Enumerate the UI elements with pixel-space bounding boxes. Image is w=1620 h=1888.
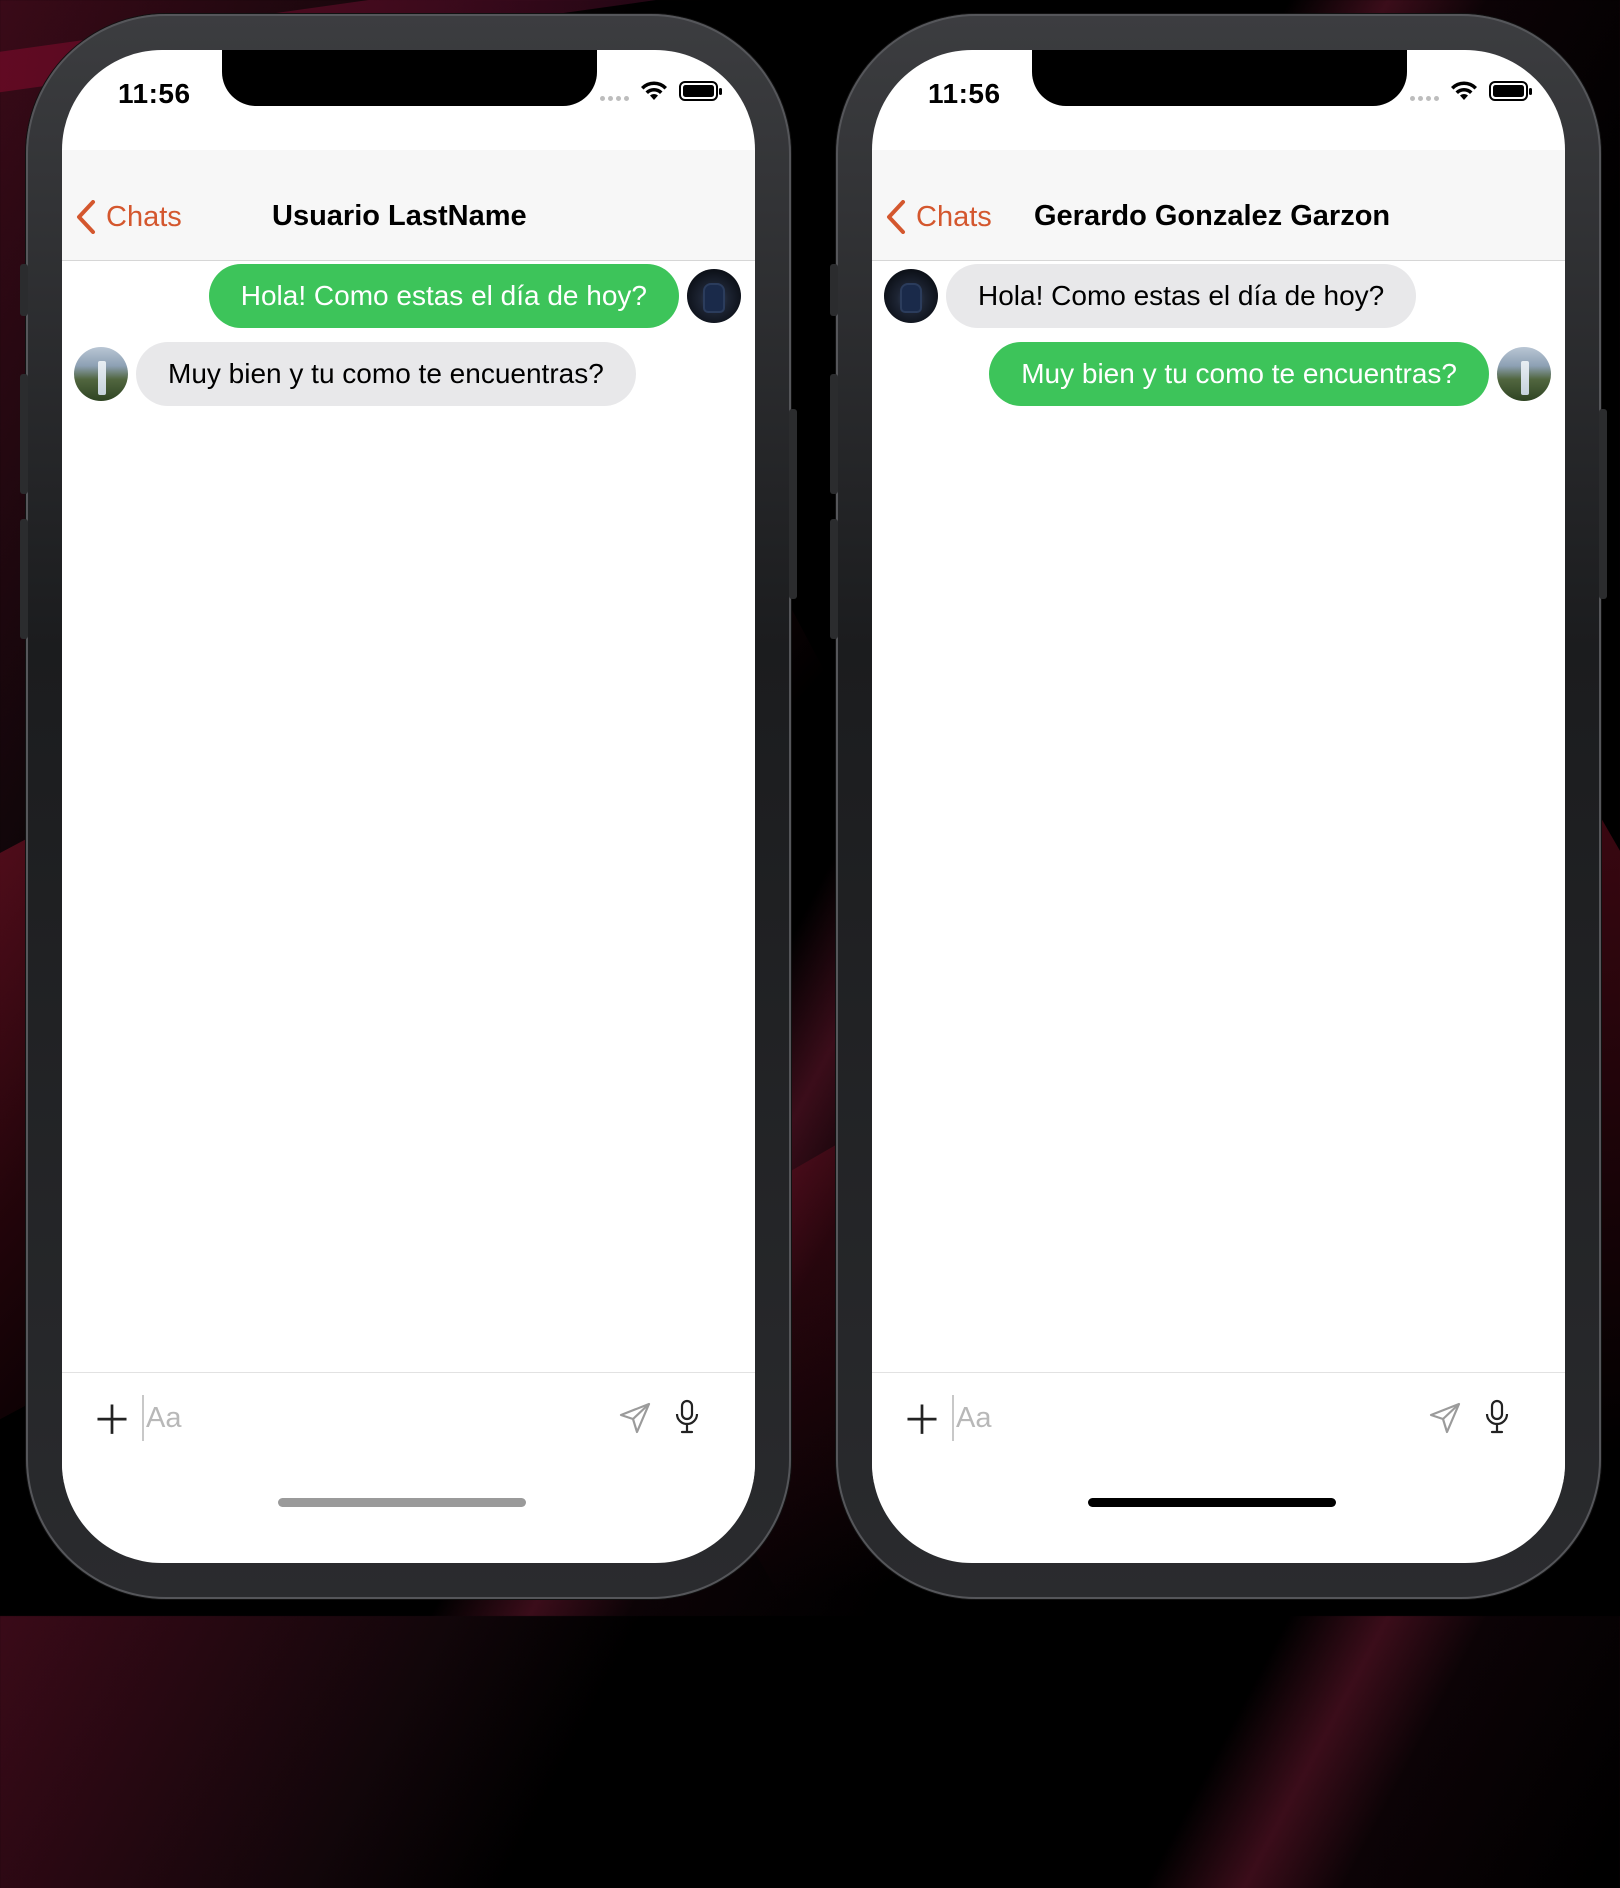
send-icon[interactable]	[618, 1401, 652, 1435]
back-button[interactable]: Chats	[76, 200, 182, 234]
message-composer: ＋	[62, 1372, 755, 1483]
night-portrait-avatar[interactable]	[884, 269, 938, 323]
home-indicator[interactable]	[1088, 1498, 1336, 1507]
back-button-label: Chats	[916, 200, 992, 233]
chevron-left-icon	[77, 200, 95, 234]
power-button	[789, 409, 797, 599]
screen-right: 11:56 Chats Gerardo Gonzalez Garzon Hola…	[872, 50, 1565, 1563]
message-composer: ＋	[872, 1372, 1565, 1483]
back-button-label: Chats	[106, 200, 182, 233]
message-bubble-outgoing[interactable]: Muy bien y tu como te encuentras?	[989, 342, 1489, 406]
chevron-left-icon	[887, 200, 905, 234]
volume-down-button	[20, 519, 28, 639]
power-button	[1599, 409, 1607, 599]
cellular-signal-icon	[1410, 95, 1439, 101]
status-time: 11:56	[118, 78, 191, 109]
message-row: Muy bien y tu como te encuentras?	[989, 342, 1551, 406]
status-icons	[1410, 80, 1533, 102]
back-button[interactable]: Chats	[886, 200, 992, 234]
message-bubble-incoming[interactable]: Hola! Como estas el día de hoy?	[946, 264, 1417, 328]
message-row: Hola! Como estas el día de hoy?	[884, 264, 1417, 328]
message-bubble-incoming[interactable]: Muy bien y tu como te encuentras?	[136, 342, 636, 406]
message-input[interactable]	[952, 1395, 1398, 1441]
send-icon[interactable]	[1428, 1401, 1462, 1435]
message-bubble-outgoing[interactable]: Hola! Como estas el día de hoy?	[208, 264, 679, 328]
phone-frame-right: 11:56 Chats Gerardo Gonzalez Garzon Hola…	[830, 14, 1607, 1599]
volume-up-button	[830, 374, 838, 494]
night-portrait-avatar[interactable]	[687, 269, 741, 323]
microphone-icon[interactable]	[674, 1399, 700, 1435]
screen-left: 11:56 Chats Usuario LastName Hola! Como …	[62, 50, 755, 1563]
waterfall-avatar[interactable]	[74, 347, 128, 401]
battery-icon	[679, 81, 722, 101]
chat-title: Gerardo Gonzalez Garzon	[1034, 200, 1391, 232]
volume-up-button	[20, 374, 28, 494]
mute-switch	[20, 264, 28, 316]
notch	[1032, 50, 1407, 106]
home-indicator[interactable]	[278, 1498, 526, 1507]
message-input[interactable]	[142, 1395, 588, 1441]
volume-down-button	[830, 519, 838, 639]
mute-switch	[830, 264, 838, 316]
add-attachment-button[interactable]: ＋	[92, 1401, 132, 1441]
message-row: Muy bien y tu como te encuentras?	[74, 342, 636, 406]
status-icons	[600, 80, 723, 102]
microphone-icon[interactable]	[1484, 1399, 1510, 1435]
chat-title: Usuario LastName	[272, 200, 527, 232]
cellular-signal-icon	[600, 95, 629, 101]
wifi-icon	[1451, 81, 1477, 100]
phone-frame-left: 11:56 Chats Usuario LastName Hola! Como …	[20, 14, 797, 1599]
status-time: 11:56	[928, 78, 1001, 109]
navigation-bar: Chats Gerardo Gonzalez Garzon	[872, 150, 1565, 261]
waterfall-avatar[interactable]	[1497, 347, 1551, 401]
message-row: Hola! Como estas el día de hoy?	[208, 264, 741, 328]
navigation-bar: Chats Usuario LastName	[62, 150, 755, 261]
add-attachment-button[interactable]: ＋	[902, 1401, 942, 1441]
battery-icon	[1489, 81, 1532, 101]
wifi-icon	[641, 81, 667, 100]
notch	[222, 50, 597, 106]
